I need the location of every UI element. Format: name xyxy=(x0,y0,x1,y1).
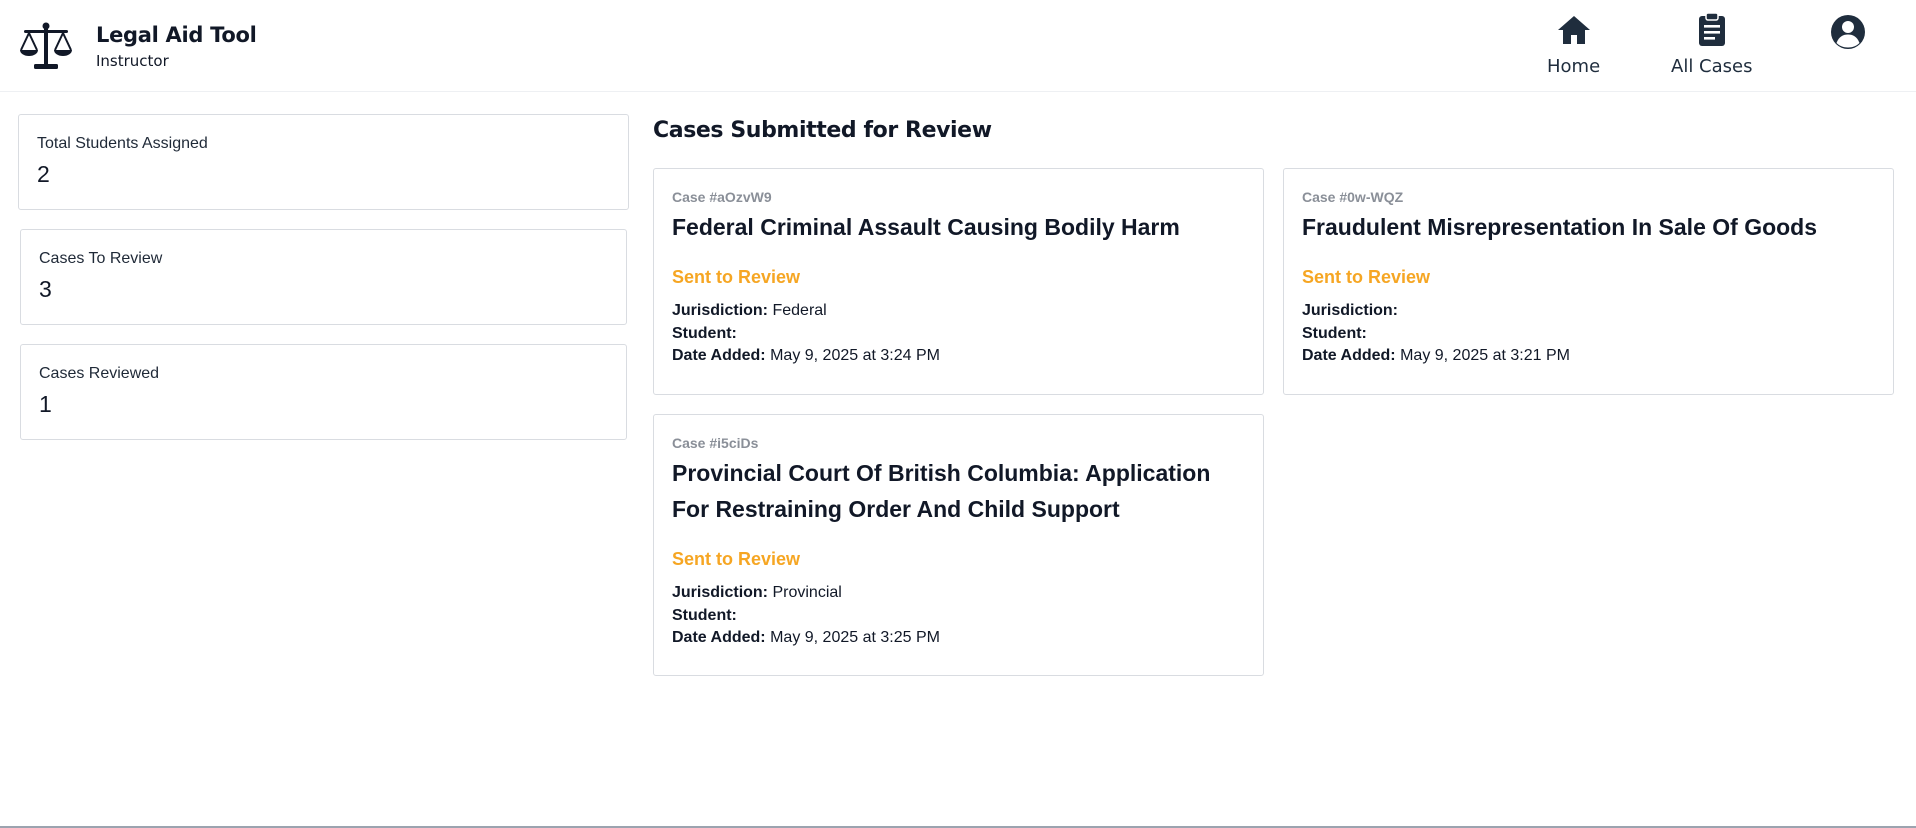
case-card[interactable]: Case #i5ciDs Provincial Court Of British… xyxy=(653,414,1264,676)
case-title: Federal Criminal Assault Causing Bodily … xyxy=(672,214,1180,240)
stat-label: Total Students Assigned xyxy=(37,135,208,152)
student-label: Student: xyxy=(672,324,737,342)
nav-home-label: Home xyxy=(1547,56,1601,77)
case-card[interactable]: Case #aOzvW9 Federal Criminal Assault Ca… xyxy=(653,168,1264,395)
brand[interactable]: Legal Aid Tool Instructor xyxy=(18,20,257,72)
case-card[interactable]: Case #0w-WQZ Fraudulent Misrepresentatio… xyxy=(1283,168,1894,395)
case-title: Fraudulent Misrepresentation In Sale Of … xyxy=(1302,214,1818,240)
stat-card-total-students: Total Students Assigned 2 xyxy=(18,114,629,210)
jurisdiction-value: Provincial xyxy=(772,584,842,601)
date-added-value: May 9, 2025 at 3:21 PM xyxy=(1400,347,1570,364)
case-meta: Jurisdiction: Provincial Student: Date A… xyxy=(672,582,1245,650)
jurisdiction-label: Jurisdiction: xyxy=(1302,302,1399,319)
top-header: Legal Aid Tool Instructor Home All Cases xyxy=(0,0,1916,92)
nav-all-cases[interactable]: All Cases xyxy=(1671,10,1752,77)
app-title: Legal Aid Tool xyxy=(96,22,257,47)
case-meta: Jurisdiction: Federal Student: Date Adde… xyxy=(672,300,1245,368)
student-label: Student: xyxy=(672,606,737,624)
date-added-value: May 9, 2025 at 3:25 PM xyxy=(770,629,940,646)
case-id: Case #i5ciDs xyxy=(672,435,759,451)
date-added-label: Date Added: xyxy=(672,347,766,364)
user-role: Instructor xyxy=(96,51,169,70)
date-added-value: May 9, 2025 at 3:24 PM xyxy=(770,347,940,364)
scales-icon xyxy=(20,22,72,69)
nav-all-cases-label: All Cases xyxy=(1671,56,1753,77)
stat-card-cases-to-review: Cases To Review 3 xyxy=(20,229,627,325)
case-status: Sent to Review xyxy=(672,549,801,569)
date-added-label: Date Added: xyxy=(672,629,766,646)
jurisdiction-label: Jurisdiction: xyxy=(672,584,769,601)
user-circle-icon[interactable] xyxy=(1828,12,1868,52)
jurisdiction-value: Federal xyxy=(772,302,827,319)
stat-label: Cases Reviewed xyxy=(39,365,160,382)
case-title: Provincial Court Of British Columbia: Ap… xyxy=(672,460,1211,522)
stat-value: 3 xyxy=(39,276,52,302)
stat-value: 2 xyxy=(37,161,50,187)
stat-value: 1 xyxy=(39,391,52,417)
stat-card-cases-reviewed: Cases Reviewed 1 xyxy=(20,344,627,440)
case-status: Sent to Review xyxy=(1302,267,1431,287)
jurisdiction-label: Jurisdiction: xyxy=(672,302,769,319)
nav-home[interactable]: Home xyxy=(1547,10,1600,77)
case-id: Case #aOzvW9 xyxy=(672,189,772,205)
case-meta: Jurisdiction: Student: Date Added: May 9… xyxy=(1302,300,1875,368)
case-id: Case #0w-WQZ xyxy=(1302,189,1404,205)
date-added-label: Date Added: xyxy=(1302,347,1396,364)
case-status: Sent to Review xyxy=(672,267,801,287)
student-label: Student: xyxy=(1302,324,1367,342)
section-title: Cases Submitted for Review xyxy=(653,118,992,143)
stat-label: Cases To Review xyxy=(39,250,163,267)
clipboard-icon xyxy=(1698,12,1725,46)
home-icon xyxy=(1557,16,1590,44)
